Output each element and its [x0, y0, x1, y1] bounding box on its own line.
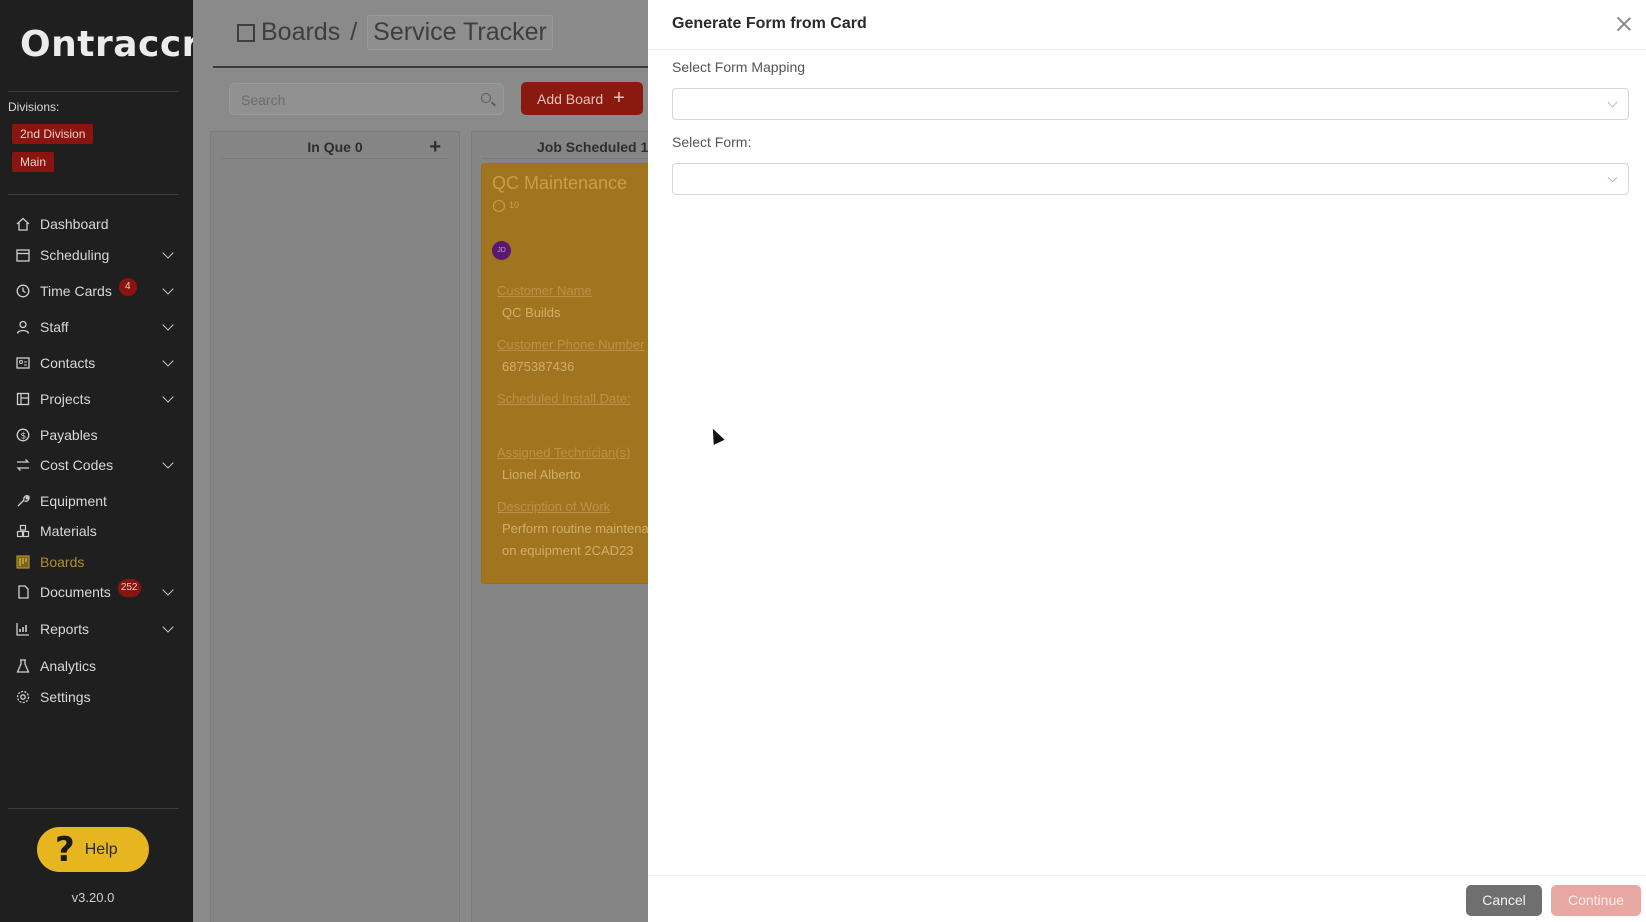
card-title: QC Maintenance	[492, 173, 628, 193]
continue-button[interactable]: Continue	[1551, 885, 1641, 916]
form-select-label: Select Form:	[672, 134, 752, 150]
field-label: Assigned Technician(s)	[497, 445, 631, 460]
generate-form-dialog: Generate Form from Card Select Form Mapp…	[648, 0, 1646, 922]
board-card[interactable]: QC Maintenance 10 JD Customer Name QC Bu…	[481, 163, 648, 584]
dialog-title: Generate Form from Card	[672, 15, 867, 32]
form-mapping-label: Select Form Mapping	[672, 59, 806, 75]
field-value: QC Builds	[502, 305, 561, 320]
field-value: Lionel Alberto	[502, 467, 581, 482]
chevron-down-icon	[1607, 172, 1618, 183]
cancel-button[interactable]: Cancel	[1466, 885, 1542, 916]
card-clip: QC Maintenance 10 JD Customer Name QC Bu…	[0, 0, 648, 922]
close-icon[interactable]	[1616, 16, 1632, 32]
field-value: 6875387436	[502, 359, 575, 374]
form-select[interactable]	[672, 163, 1629, 195]
avatar: JD	[492, 241, 511, 260]
field-label: Description of Work	[497, 499, 611, 514]
field-label: Scheduled Install Date:	[497, 391, 631, 406]
chevron-down-icon	[1607, 97, 1618, 108]
form-mapping-select[interactable]	[672, 88, 1629, 120]
field-value: Perform routine maintenance	[502, 521, 648, 536]
field-value: on equipment 2CAD23	[502, 543, 634, 558]
dialog-header: Generate Form from Card	[648, 0, 1646, 50]
clock-icon	[493, 200, 505, 212]
card-count: 10	[509, 200, 520, 210]
field-label: Customer Name	[497, 283, 592, 298]
field-label: Customer Phone Number	[497, 337, 645, 352]
